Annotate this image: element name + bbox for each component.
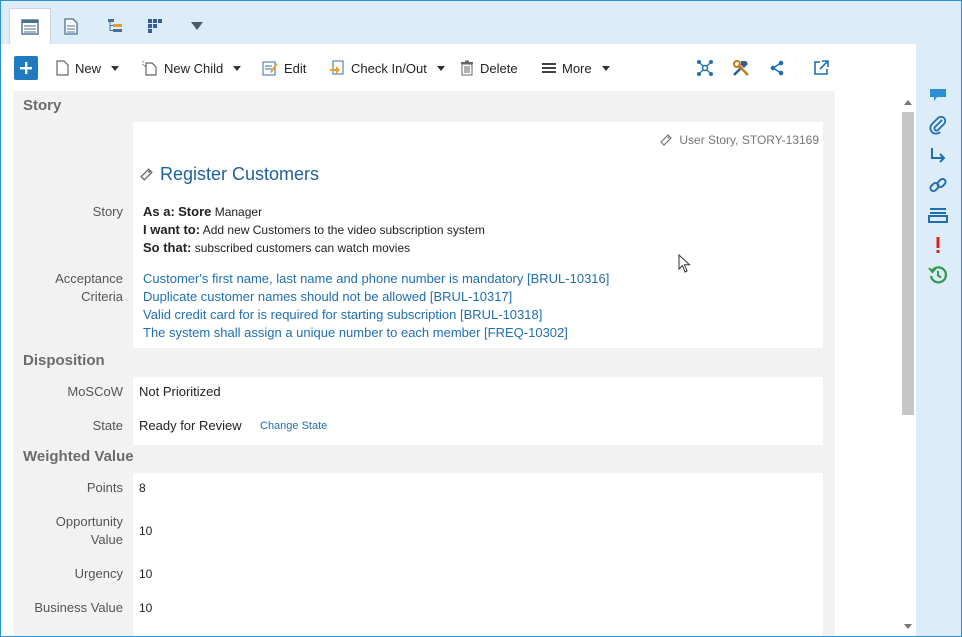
tab-form-view[interactable] bbox=[9, 8, 51, 45]
acceptance-criteria-link[interactable]: The system shall assign a unique number … bbox=[143, 325, 568, 340]
story-i-want: I want to: Add new Customers to the vide… bbox=[143, 222, 485, 237]
trace-icon bbox=[931, 148, 946, 163]
story-as-a: As a: Store Manager bbox=[143, 204, 263, 219]
weighted-value-body bbox=[133, 473, 823, 636]
points-label: Points bbox=[86, 480, 123, 495]
new-child-icon bbox=[142, 61, 157, 76]
section-heading-story: Story bbox=[23, 97, 62, 114]
relationship-graph-icon bbox=[697, 60, 713, 76]
new-document-icon bbox=[56, 60, 69, 76]
vertical-scrollbar[interactable] bbox=[900, 94, 916, 636]
new-child-button[interactable]: New Child bbox=[142, 58, 242, 78]
points-value: 8 bbox=[139, 481, 146, 495]
item-type-label: User Story, STORY-13169 bbox=[679, 133, 819, 147]
links-button[interactable] bbox=[927, 174, 949, 196]
dropdown-icon bbox=[191, 22, 203, 30]
plus-icon bbox=[20, 62, 32, 74]
document-icon bbox=[64, 17, 78, 35]
right-tool-rail bbox=[917, 44, 961, 636]
item-type-line: User Story, STORY-13169 bbox=[659, 133, 819, 147]
toolbar: New New Child Edit Check In/Out Delete M… bbox=[1, 44, 916, 90]
story-title: Register Customers bbox=[160, 164, 320, 184]
share-icon bbox=[770, 60, 784, 76]
delete-button[interactable]: Delete bbox=[460, 58, 518, 78]
tab-tree-view[interactable] bbox=[97, 8, 133, 44]
state-label: State bbox=[92, 418, 123, 433]
business-value: 10 bbox=[139, 601, 153, 615]
tree-icon bbox=[108, 19, 122, 32]
moscow-value: Not Prioritized bbox=[139, 384, 221, 399]
trace-button[interactable] bbox=[927, 144, 949, 166]
check-in-out-label: Check In/Out bbox=[351, 60, 427, 76]
disposition-body bbox=[133, 377, 823, 445]
urgency-value: 10 bbox=[139, 567, 153, 581]
check-in-out-icon bbox=[330, 60, 344, 75]
inbox-icon bbox=[928, 208, 948, 223]
share-button[interactable] bbox=[767, 58, 787, 78]
trash-icon bbox=[461, 60, 473, 76]
chevron-down-icon bbox=[111, 65, 120, 71]
history-button[interactable] bbox=[927, 264, 949, 286]
new-button-label: New bbox=[75, 60, 102, 76]
acceptance-criteria-link[interactable]: Customer's first name, last name and pho… bbox=[143, 271, 609, 286]
new-child-button-label: New Child bbox=[164, 60, 224, 76]
business-value-label: Business Value bbox=[34, 600, 123, 615]
opportunity-value-label: Opportunity Value bbox=[55, 514, 123, 547]
check-in-out-button[interactable]: Check In/Out bbox=[329, 58, 445, 78]
acceptance-criteria-label: Acceptance Criteria bbox=[55, 271, 123, 304]
history-icon bbox=[928, 266, 948, 284]
tab-document-view[interactable] bbox=[53, 8, 89, 44]
inbox-button[interactable] bbox=[927, 204, 949, 226]
board-icon bbox=[148, 19, 162, 33]
chevron-down-icon bbox=[436, 65, 445, 71]
more-button[interactable]: More bbox=[542, 58, 610, 78]
user-story-icon bbox=[660, 134, 673, 146]
link-icon bbox=[929, 177, 947, 193]
open-external-button[interactable] bbox=[811, 58, 831, 78]
hamburger-icon bbox=[542, 63, 556, 73]
chevron-down-icon bbox=[601, 65, 610, 71]
detail-form: Story User Story, STORY-13169 Register C… bbox=[13, 91, 835, 636]
opportunity-value: 10 bbox=[139, 524, 153, 538]
edit-icon bbox=[262, 61, 278, 76]
acceptance-criteria-link[interactable]: Duplicate customer names should not be a… bbox=[143, 289, 512, 304]
acceptance-criteria-link[interactable]: Valid credit card for is required for st… bbox=[143, 307, 542, 322]
section-heading-disposition: Disposition bbox=[23, 352, 105, 369]
add-button[interactable] bbox=[14, 56, 38, 80]
view-tab-strip bbox=[1, 1, 961, 45]
attachment-icon bbox=[929, 115, 947, 135]
comments-button[interactable] bbox=[927, 84, 949, 106]
edit-button-label: Edit bbox=[284, 60, 307, 76]
change-state-link[interactable]: Change State bbox=[260, 420, 327, 432]
scroll-down-arrow-icon[interactable] bbox=[904, 624, 912, 629]
scroll-up-arrow-icon[interactable] bbox=[904, 100, 912, 105]
story-so-that: So that: subscribed customers can watch … bbox=[143, 240, 411, 255]
story-title-row: Register Customers bbox=[139, 164, 319, 185]
section-heading-weighted-value: Weighted Value bbox=[23, 448, 134, 465]
state-value: Ready for Review bbox=[139, 418, 242, 433]
story-field-label: Story bbox=[92, 204, 123, 219]
attachments-button[interactable] bbox=[927, 114, 949, 136]
alerts-button[interactable] bbox=[927, 234, 949, 256]
relationship-graph-button[interactable] bbox=[695, 58, 715, 78]
tools-icon bbox=[733, 60, 749, 76]
more-button-label: More bbox=[562, 60, 592, 76]
chevron-down-icon bbox=[233, 65, 242, 71]
form-view-icon bbox=[21, 19, 39, 35]
open-external-icon bbox=[814, 60, 829, 75]
new-button[interactable]: New bbox=[56, 58, 120, 78]
comments-icon bbox=[930, 89, 946, 101]
delete-button-label: Delete bbox=[480, 60, 518, 76]
main-panel: New New Child Edit Check In/Out Delete M… bbox=[1, 44, 916, 636]
tools-button[interactable] bbox=[731, 58, 751, 78]
alert-icon bbox=[936, 237, 940, 253]
mouse-pointer-icon bbox=[678, 254, 691, 273]
tab-more-views[interactable] bbox=[179, 8, 215, 44]
edit-button[interactable]: Edit bbox=[262, 58, 306, 78]
scrollbar-thumb[interactable] bbox=[902, 112, 914, 415]
tab-board-view[interactable] bbox=[137, 8, 173, 44]
urgency-label: Urgency bbox=[74, 566, 123, 581]
user-story-icon bbox=[140, 168, 153, 181]
moscow-label: MoSCoW bbox=[67, 384, 123, 399]
